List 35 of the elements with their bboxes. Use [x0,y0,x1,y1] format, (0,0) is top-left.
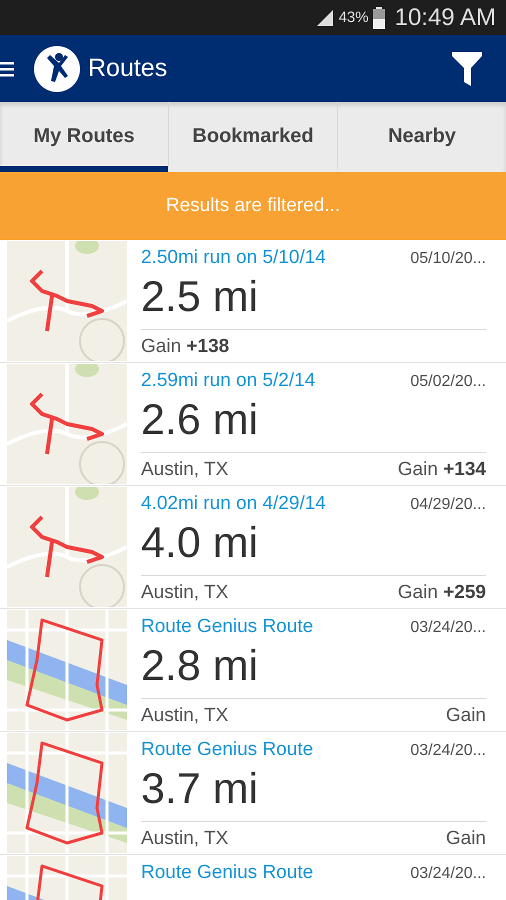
battery-icon [372,6,385,28]
elevation-gain: Gain [446,705,486,727]
elevation-gain: Gain +259 [398,582,486,604]
route-location: Austin, TX [141,828,228,850]
elevation-gain: Gain +134 [398,459,486,481]
route-title[interactable]: Route Genius Route [141,862,314,884]
filter-icon[interactable] [452,52,482,86]
route-date: 05/02/20... [410,373,486,391]
elevation-gain: Gain [446,828,486,850]
filter-banner: Results are filtered... [0,172,506,240]
route-distance: 2.8 mi [141,638,486,699]
route-location: Austin, TX [141,582,228,604]
route-title[interactable]: Route Genius Route [141,739,314,761]
route-date: 03/24/20... [410,619,486,637]
menu-icon[interactable] [0,60,14,76]
route-location: Austin, TX [141,705,228,727]
route-date: 04/29/20... [410,496,486,514]
elevation-gain: Gain +138 [141,336,230,358]
battery-percent: 43% [338,9,369,26]
route-distance: 2.6 mi [141,392,486,453]
route-date: 03/24/20... [410,742,486,760]
app-title: Routes [88,54,168,83]
route-title[interactable]: 2.50mi run on 5/10/14 [141,247,326,269]
route-title[interactable]: 2.59mi run on 5/2/14 [141,370,316,392]
route-distance: 3.7 mi [141,761,486,822]
route-distance: 4.0 mi [141,515,486,576]
route-title[interactable]: 4.02mi run on 4/29/14 [141,493,326,515]
signal-icon [314,8,335,28]
route-title[interactable]: Route Genius Route [141,616,314,638]
route-date: 05/10/20... [410,250,486,268]
clock: 10:49 AM [394,4,496,32]
route-location: Austin, TX [141,459,228,481]
route-date: 03/24/20... [410,865,486,883]
route-distance: 2.5 mi [141,269,486,330]
figure-logo-icon [34,46,80,92]
